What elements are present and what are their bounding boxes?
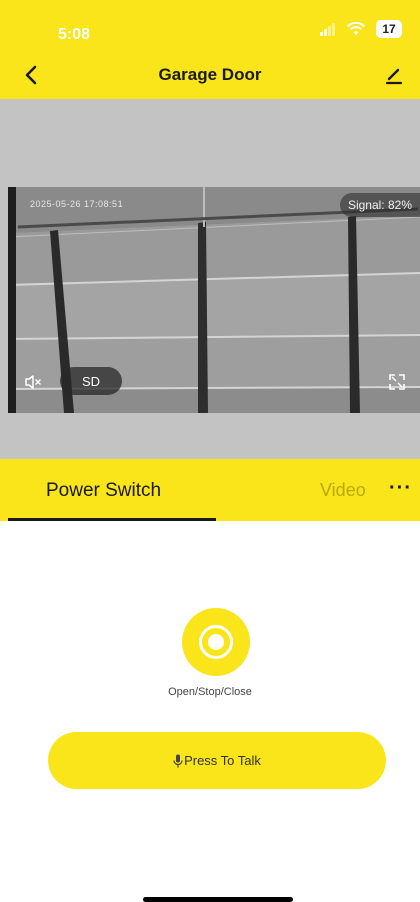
more-tabs-button[interactable]: ···: [389, 477, 412, 500]
press-to-talk-button[interactable]: Press To Talk: [48, 732, 386, 789]
page-title: Garage Door: [158, 65, 262, 84]
app-header: Garage Door: [0, 52, 420, 99]
status-time: 5:08: [58, 26, 91, 43]
open-stop-close-button[interactable]: [182, 608, 250, 676]
tab-bar: Power Switch Video ···: [0, 459, 420, 521]
power-ring-icon: [199, 625, 233, 659]
active-tab-indicator: [8, 518, 216, 521]
fullscreen-button[interactable]: [386, 371, 408, 393]
status-icons: 17: [320, 20, 402, 38]
video-area: 2025-05-26 17:08:51 Signal: 82% SD: [0, 99, 420, 459]
home-indicator: [143, 897, 293, 902]
press-to-talk-label: Press To Talk: [184, 753, 261, 768]
video-quality-button[interactable]: SD: [60, 367, 122, 395]
wifi-icon: [346, 22, 366, 35]
mute-button[interactable]: [22, 371, 44, 393]
signal-badge: Signal: 82%: [339, 193, 420, 217]
camera-feed[interactable]: 2025-05-26 17:08:51 Signal: 82% SD: [8, 187, 420, 413]
status-bar: 5:08 17: [0, 0, 420, 52]
tab-video[interactable]: Video: [320, 480, 366, 501]
feed-timestamp: 2025-05-26 17:08:51: [30, 199, 124, 209]
cellular-signal-icon: [320, 22, 336, 36]
battery-indicator: 17: [376, 20, 402, 38]
microphone-icon: [173, 754, 183, 767]
tab-power-switch[interactable]: Power Switch: [46, 480, 161, 502]
fullscreen-icon: [389, 374, 405, 390]
door-control-label: Open/Stop/Close: [168, 686, 252, 698]
pencil-icon: [385, 68, 403, 85]
edit-button[interactable]: [382, 63, 406, 87]
speaker-muted-icon: [25, 375, 41, 389]
